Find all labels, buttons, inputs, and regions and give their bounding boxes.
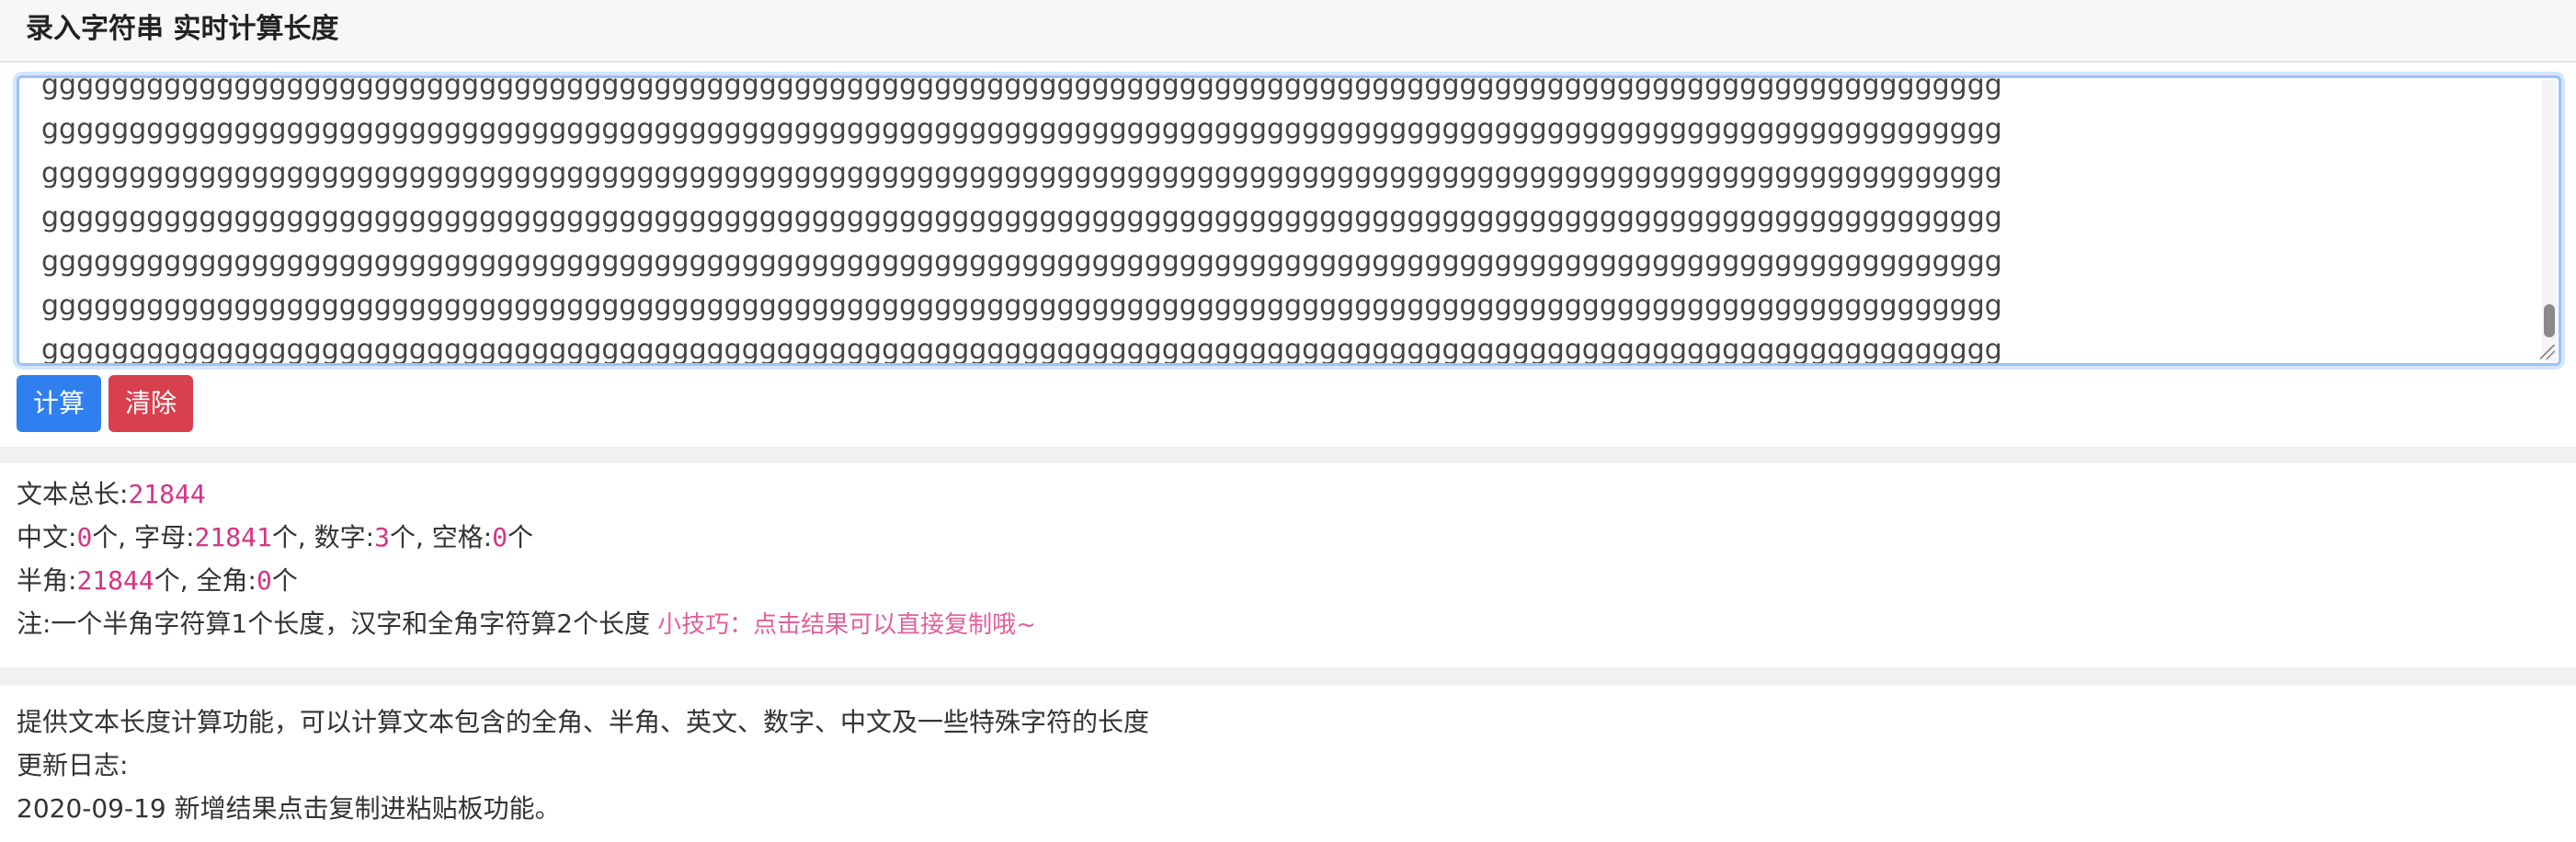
half-width-label: 半角: — [17, 565, 77, 596]
char-type-row: 中文:0个, 字母:21841个, 数字:3个, 空格:0个 — [17, 519, 533, 556]
letters-count[interactable]: 21841 — [195, 522, 272, 552]
scrollbar-thumb[interactable] — [2544, 304, 2555, 337]
text-line: gggggggggggggggggggggggggggggggggggggggg… — [41, 290, 2002, 322]
letters-label: 个, 字母: — [92, 522, 195, 552]
total-length-value[interactable]: 21844 — [128, 479, 205, 509]
text-line: gggggggggggggggggggggggggggggggggggggggg… — [41, 245, 2002, 278]
tip-text: 小技巧：点击结果可以直接复制哦~ — [657, 611, 1036, 639]
note-text: 注:一个半角字符算1个长度，汉字和全角字符算2个长度 — [17, 609, 651, 639]
half-width-count[interactable]: 21844 — [76, 565, 154, 596]
text-line: gggggggggggggggggggggggggggggggggggggggg… — [41, 75, 2002, 101]
spaces-count[interactable]: 0 — [492, 522, 507, 552]
unit-label: 个 — [507, 522, 534, 552]
text-input-content[interactable]: gggggggggggggggggggggggggggggggggggggggg… — [41, 75, 2524, 366]
clear-button[interactable]: 清除 — [108, 375, 193, 432]
text-line: gggggggggggggggggggggggggggggggggggggggg… — [41, 157, 2002, 189]
description-text: 提供文本长度计算功能，可以计算文本包含的全角、半角、英文、数字、中文及一些特殊字… — [17, 707, 1150, 737]
spaces-label: 个, 空格: — [389, 522, 493, 552]
text-line: gggggggggggggggggggggggggggggggggggggggg… — [41, 201, 2002, 233]
full-width-count[interactable]: 0 — [256, 565, 272, 596]
text-input[interactable]: gggggggggggggggggggggggggggggggggggggggg… — [17, 75, 2561, 366]
chinese-label: 中文: — [17, 522, 77, 552]
changelog-entry: 2020-09-19 新增结果点击复制进粘贴板功能。 — [17, 793, 561, 824]
changelog-label: 更新日志: — [17, 750, 129, 780]
resize-handle-icon[interactable] — [2540, 345, 2555, 359]
note-row: 注:一个半角字符算1个长度，汉字和全角字符算2个长度 小技巧：点击结果可以直接复制… — [17, 606, 1036, 643]
card-header: 录入字符串 实时计算长度 — [0, 0, 2576, 63]
info-card: 提供文本长度计算功能，可以计算文本包含的全角、半角、英文、数字、中文及一些特殊字… — [0, 686, 2576, 842]
full-width-label: 个, 全角: — [154, 565, 256, 596]
unit-label: 个 — [271, 565, 298, 596]
page-title: 录入字符串 实时计算长度 — [26, 13, 339, 45]
text-line: gggggggggggggggggggggggggggggggggggggggg… — [41, 334, 2002, 366]
calculate-button[interactable]: 计算 — [17, 375, 101, 432]
digits-label: 个, 数字: — [271, 522, 375, 552]
chinese-count[interactable]: 0 — [76, 522, 92, 552]
input-card: 录入字符串 实时计算长度 ggggggggggggggggggggggggggg… — [0, 0, 2576, 447]
total-length-label: 文本总长: — [17, 479, 129, 509]
results-card: 文本总长:21844 中文:0个, 字母:21841个, 数字:3个, 空格:0… — [0, 463, 2576, 667]
width-row: 半角:21844个, 全角:0个 — [17, 563, 298, 599]
total-length-row: 文本总长:21844 — [17, 476, 206, 513]
digits-count[interactable]: 3 — [374, 522, 390, 552]
text-line: gggggggggggggggggggggggggggggggggggggggg… — [41, 113, 2002, 145]
